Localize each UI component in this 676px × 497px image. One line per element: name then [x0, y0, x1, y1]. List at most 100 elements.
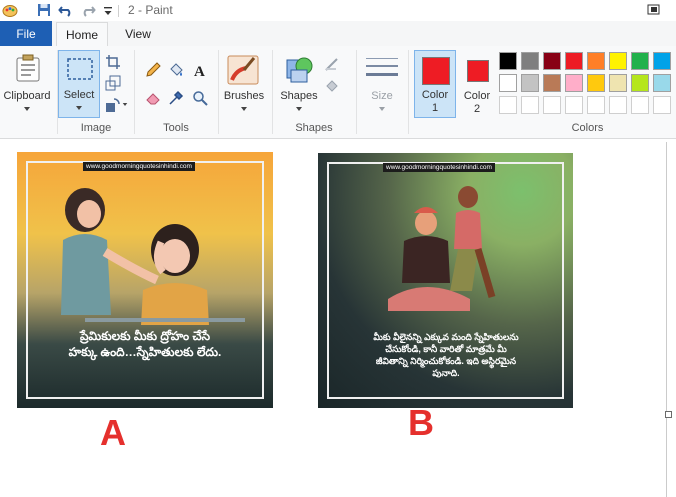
palette-empty-swatch[interactable]: [631, 96, 649, 114]
card-b-quote-line-4: పునాది.: [432, 368, 460, 379]
palette-swatch[interactable]: [609, 52, 627, 70]
palette-swatch[interactable]: [565, 74, 583, 92]
color1-button[interactable]: Color 1: [414, 50, 456, 118]
label-a: A: [100, 412, 126, 453]
color1-label: Color: [421, 89, 449, 101]
palette-swatch[interactable]: [521, 74, 539, 92]
undo-icon[interactable]: [58, 2, 74, 18]
size-line-medium: [366, 65, 398, 67]
clipboard-label: Clipboard: [3, 90, 51, 102]
title-separator: [118, 5, 119, 17]
chevron-down-icon[interactable]: [122, 102, 128, 107]
palette-swatch[interactable]: [543, 52, 561, 70]
select-label: Select: [63, 89, 95, 101]
size-line-thin: [366, 58, 398, 59]
color2-label: Color: [463, 90, 491, 102]
color-palette: [499, 52, 676, 120]
brushes-button[interactable]: Brushes: [220, 50, 268, 120]
card-b-quote-line-1: మీకు వీలైనన్ని ఎక్కువ మంది స్నేహితులను: [373, 332, 519, 342]
card-a-quote-line-1: ప్రేమికులకు మీకు ద్రోహం చేసే: [79, 329, 210, 343]
palette-swatch[interactable]: [653, 52, 671, 70]
chevron-down-icon: [24, 107, 30, 111]
palette-swatch[interactable]: [499, 52, 517, 70]
fill-icon[interactable]: [324, 78, 340, 94]
card-b-quote: మీకు వీలైనన్ని ఎక్కువ మంది స్నేహితులను చ…: [332, 331, 560, 380]
card-a-quote: ప్రేమికులకు మీకు ద్రోహం చేసే హక్కు ఉంది……: [31, 328, 259, 360]
tools-group-label: Tools: [163, 122, 189, 134]
select-icon: [67, 58, 93, 80]
canvas-resize-handle[interactable]: [665, 411, 672, 418]
chevron-down-icon: [241, 107, 247, 111]
card-b-quote-line-2: చేసుకోండి, కానీ వారితో మాత్రమే మీ: [385, 344, 507, 355]
palette-empty-swatch[interactable]: [521, 96, 539, 114]
palette-swatch[interactable]: [565, 52, 583, 70]
palette-swatch[interactable]: [631, 52, 649, 70]
palette-swatch[interactable]: [631, 74, 649, 92]
svg-text:A: A: [194, 64, 205, 78]
palette-swatch[interactable]: [543, 74, 561, 92]
palette-empty-swatch[interactable]: [499, 96, 517, 114]
color2-label-number: 2: [473, 103, 481, 115]
palette-swatch[interactable]: [609, 74, 627, 92]
shapes-icon: [286, 57, 313, 83]
palette-empty-swatch[interactable]: [543, 96, 561, 114]
card-a-quote-line-2: హక్కు ఉంది…స్నేహితులకు లేదు.: [68, 345, 222, 360]
image-card-a[interactable]: www.goodmorningquotesinhindi.com ప్రేమిక…: [17, 152, 273, 408]
brushes-label: Brushes: [223, 90, 265, 102]
palette-swatch[interactable]: [521, 52, 539, 70]
outline-icon[interactable]: [324, 56, 340, 72]
group-separator: [218, 50, 219, 134]
card-a-illustration: [61, 188, 245, 325]
window-title: 2 - Paint: [128, 3, 173, 17]
tab-view[interactable]: View: [116, 22, 160, 46]
card-b-illustration: [388, 186, 496, 311]
palette-swatch[interactable]: [587, 74, 605, 92]
select-button[interactable]: Select: [58, 50, 100, 118]
palette-empty-swatch[interactable]: [587, 96, 605, 114]
card-a-website: www.goodmorningquotesinhindi.com: [83, 162, 195, 171]
image-card-b[interactable]: www.goodmorningquotesinhindi.com మీకు వీ…: [318, 153, 573, 408]
color2-swatch: [467, 60, 489, 82]
group-separator: [408, 50, 409, 134]
customize-quick-access-icon[interactable]: [100, 2, 116, 18]
rotate-icon[interactable]: [105, 97, 121, 113]
tab-file[interactable]: File: [0, 21, 52, 47]
size-button[interactable]: Size: [360, 50, 404, 120]
color1-swatch: [422, 57, 450, 85]
title-bar: 2 - Paint: [0, 0, 676, 20]
drawing-canvas[interactable]: www.goodmorningquotesinhindi.com ప్రేమిక…: [4, 142, 667, 497]
tab-home[interactable]: Home: [56, 22, 108, 48]
image-group-label: Image: [80, 122, 112, 134]
palette-empty-swatch[interactable]: [565, 96, 583, 114]
fill-bucket-icon[interactable]: [168, 62, 184, 78]
eraser-icon[interactable]: [145, 90, 161, 106]
palette-swatch[interactable]: [587, 52, 605, 70]
save-icon[interactable]: [36, 2, 52, 18]
card-b-quote-line-3: జీవితాన్ని నిర్మించుకోకండి. ఇది అస్థిరమై…: [375, 356, 517, 367]
palette-swatch[interactable]: [499, 74, 517, 92]
window-restore-icon[interactable]: [646, 2, 662, 18]
pencil-icon[interactable]: [145, 62, 161, 78]
group-separator: [356, 50, 357, 134]
size-label: Size: [371, 90, 393, 102]
color1-label-number: 1: [431, 102, 439, 114]
chevron-down-icon: [296, 107, 302, 111]
shapes-button[interactable]: Shapes: [276, 50, 322, 120]
color2-button[interactable]: Color 2: [458, 50, 496, 118]
redo-icon[interactable]: [80, 2, 96, 18]
palette-empty-swatch[interactable]: [609, 96, 627, 114]
resize-icon[interactable]: [105, 75, 121, 91]
paint-app-icon[interactable]: [2, 2, 18, 18]
card-b-website: www.goodmorningquotesinhindi.com: [383, 163, 495, 172]
clipboard-button[interactable]: Clipboard: [2, 50, 52, 120]
palette-swatch[interactable]: [653, 74, 671, 92]
color-picker-icon[interactable]: [168, 90, 184, 106]
text-icon[interactable]: A: [192, 62, 208, 78]
palette-empty-swatch[interactable]: [653, 96, 671, 114]
clipboard-icon: [16, 54, 40, 82]
chevron-down-icon: [76, 106, 82, 110]
size-line-thick: [366, 73, 398, 76]
magnifier-icon[interactable]: [192, 90, 208, 106]
crop-icon[interactable]: [105, 54, 121, 70]
chevron-down-icon: [379, 107, 385, 111]
